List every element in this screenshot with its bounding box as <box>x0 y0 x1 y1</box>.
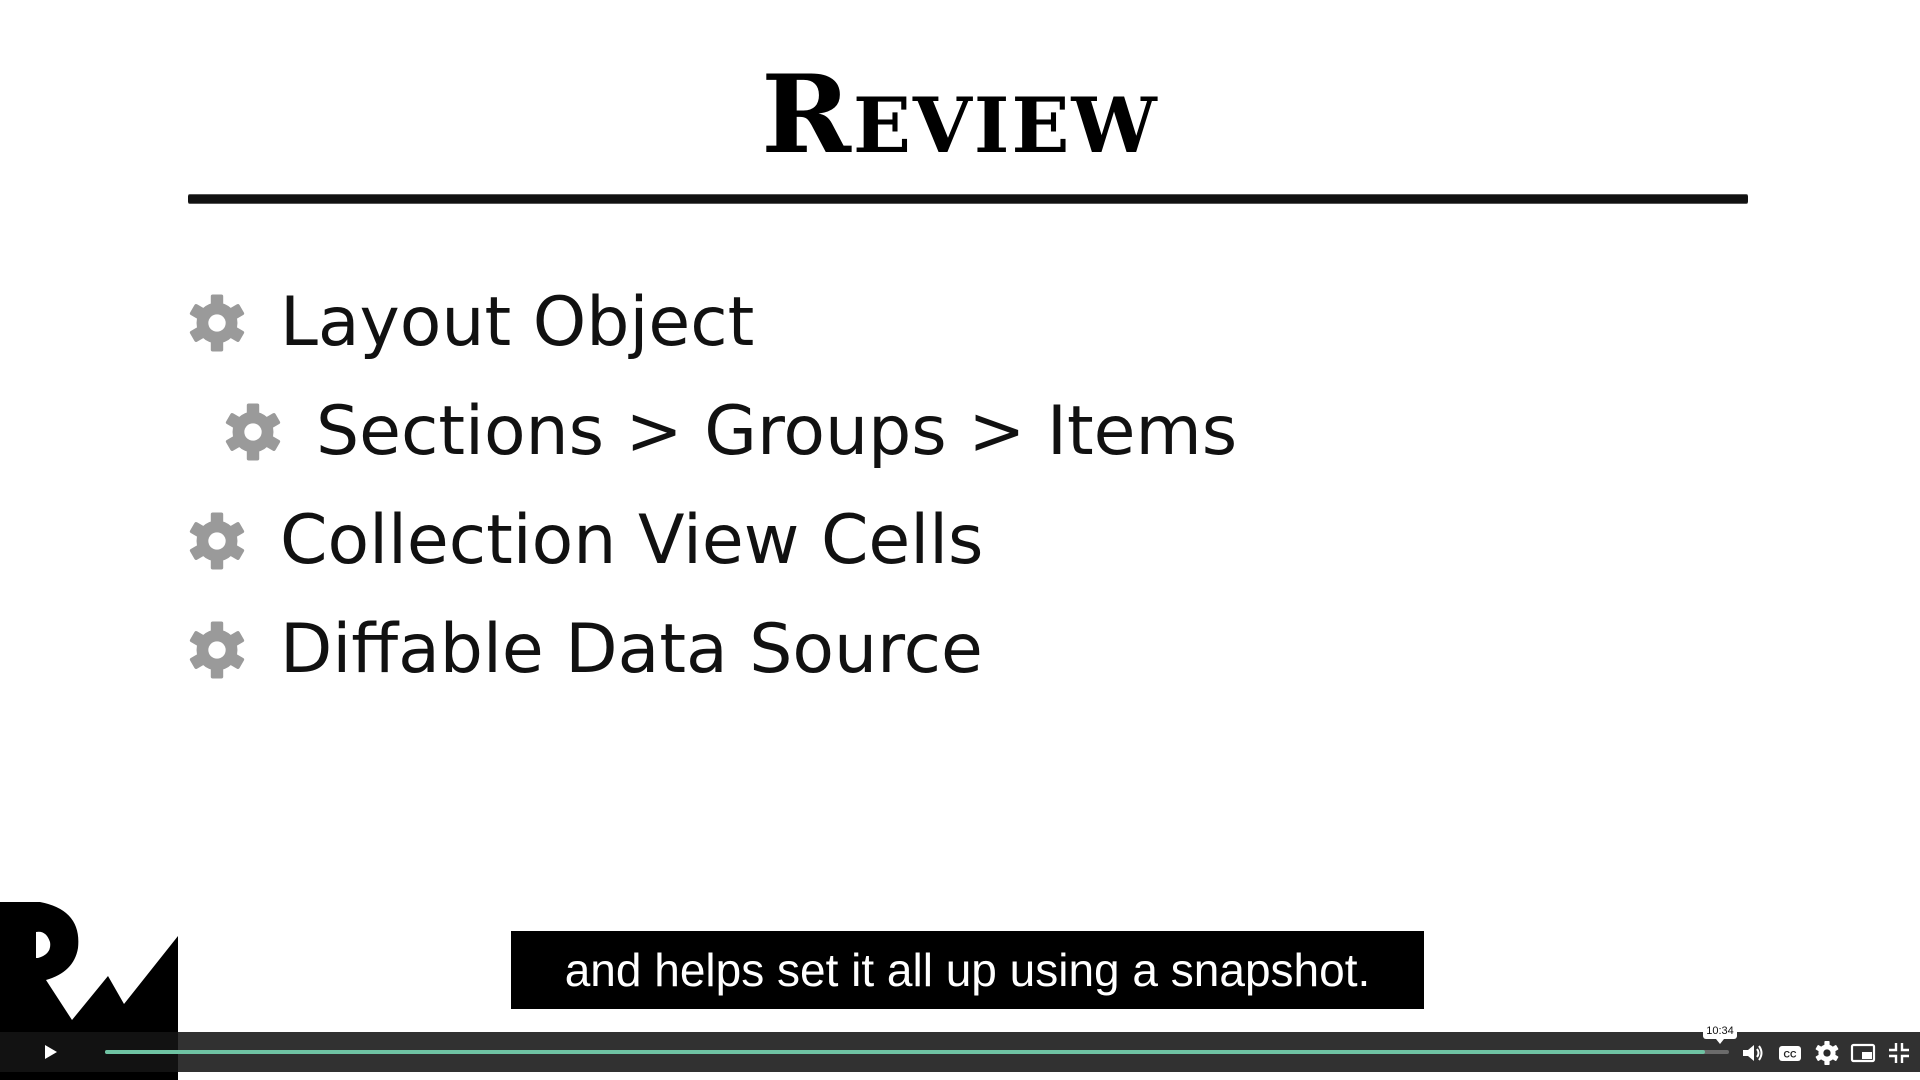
closed-captions-icon: CC <box>1779 1046 1801 1061</box>
progress-bar[interactable] <box>105 1050 1729 1054</box>
picture-in-picture-button[interactable] <box>1850 1040 1876 1066</box>
bullet-item: Collection View Cells <box>186 496 983 586</box>
sub-bullet-item: Sections > Groups > Items <box>222 387 1237 477</box>
exit-fullscreen-button[interactable] <box>1886 1040 1912 1066</box>
exit-fullscreen-icon <box>1889 1043 1909 1063</box>
slide-title: Review <box>761 52 1159 178</box>
play-button[interactable] <box>36 1038 64 1066</box>
svg-text:CC: CC <box>1784 1050 1797 1060</box>
settings-gear-icon <box>1815 1041 1839 1065</box>
volume-button[interactable] <box>1740 1040 1766 1066</box>
bullet-text: Sections > Groups > Items <box>316 392 1238 471</box>
volume-icon <box>1743 1045 1763 1061</box>
bullet-text: Layout Object <box>280 283 755 362</box>
progress-fill <box>105 1050 1705 1054</box>
subtitle-caption: and helps set it all up using a snapshot… <box>511 931 1424 1009</box>
gear-icon <box>225 403 281 461</box>
gear-icon <box>189 621 245 679</box>
gear-icon <box>189 294 245 352</box>
bullet-text: Collection View Cells <box>280 501 984 580</box>
closed-captions-button[interactable]: CC <box>1777 1040 1803 1066</box>
picture-in-picture-icon <box>1850 1043 1876 1063</box>
time-tooltip: 10:34 <box>1703 1023 1737 1044</box>
bullet-text: Diffable Data Source <box>280 610 983 689</box>
bullet-item: Diffable Data Source <box>186 605 983 695</box>
bullet-item: Layout Object <box>186 278 754 368</box>
title-divider <box>188 195 1748 203</box>
play-icon <box>45 1045 57 1059</box>
gear-icon <box>189 512 245 570</box>
settings-button[interactable] <box>1814 1040 1840 1066</box>
